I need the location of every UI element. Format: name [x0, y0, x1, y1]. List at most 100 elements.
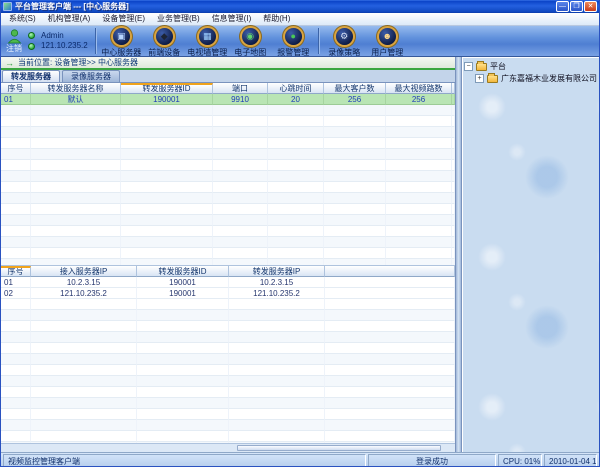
status-leds [28, 30, 35, 52]
status-cpu: CPU: 01% [498, 454, 542, 467]
table-cell: 10.2.3.15 [31, 277, 137, 288]
empty-row [1, 226, 455, 237]
empty-row [1, 398, 455, 409]
window-title: 平台管理客户端 --- [中心服务器] [15, 1, 555, 12]
empty-row [1, 182, 455, 193]
folder-icon [487, 75, 498, 83]
column-header[interactable]: 转发服务器IP [229, 266, 325, 277]
前端设备-button[interactable]: ◆前端设备 [143, 26, 186, 58]
table-cell: 20 [268, 94, 324, 105]
mapping-row[interactable]: 0110.2.3.1519000110.2.3.15 [1, 277, 455, 288]
restore-button[interactable]: ❐ [570, 1, 583, 12]
column-header[interactable]: 转发服务器ID [137, 266, 229, 277]
menu-item[interactable]: 信息管理(I) [206, 13, 258, 25]
column-header[interactable]: 端口 [213, 83, 268, 94]
empty-row [1, 387, 455, 398]
menu-item[interactable]: 机构管理(A) [42, 13, 97, 25]
empty-row [1, 248, 455, 259]
status-datetime: 2010-01-04 17:25:00 [544, 454, 597, 467]
user-info: Admin 121.10.235.2 [41, 31, 88, 51]
breadcrumb-arrow-icon: → [5, 58, 14, 68]
tab-转发服务器[interactable]: 转发服务器 [2, 70, 60, 82]
empty-row [1, 171, 455, 182]
menu-item[interactable]: 设备管理(E) [96, 13, 151, 25]
tree-node-company[interactable]: + 广东嘉福木业发展有限公司 [475, 72, 597, 84]
empty-row [1, 343, 455, 354]
empty-row [1, 299, 455, 310]
empty-row [1, 321, 455, 332]
toolbar-buttons: ▣中心服务器◆前端设备▦电视墙管理◉电子地图●报警管理⚙录像策略☻用户管理 [100, 26, 409, 56]
tree-node-label: 平台 [490, 61, 506, 72]
menu-item[interactable]: 业务管理(B) [151, 13, 206, 25]
table-cell: 190001 [121, 94, 213, 105]
menu-item[interactable]: 系统(S) [3, 13, 42, 25]
status-app-name: 视频监控管理客户端 [3, 454, 366, 467]
中心服务器-button[interactable]: ▣中心服务器 [100, 26, 143, 58]
table-cell: 默认 [31, 94, 121, 105]
record-policy-icon: ⚙ [336, 28, 353, 45]
led-green-icon [28, 43, 35, 50]
报警管理-button[interactable]: ●报警管理 [272, 26, 315, 58]
empty-row [1, 215, 455, 226]
forward-server-row[interactable]: 01默认190001991020256256 [1, 94, 455, 105]
empty-row [1, 204, 455, 215]
empty-row [1, 149, 455, 160]
empty-row [1, 431, 455, 442]
empty-row [1, 354, 455, 365]
empty-row [1, 127, 455, 138]
empty-row [1, 237, 455, 248]
table-cell: 9910 [213, 94, 268, 105]
toolbar: 注销 Admin 121.10.235.2 ▣中心服务器◆前端设备▦电视墙管理◉… [1, 26, 599, 57]
column-header[interactable]: 转发服务器ID [121, 83, 213, 94]
column-header[interactable]: 心跳时间 [268, 83, 324, 94]
alarm-icon: ● [285, 28, 302, 45]
mapping-row[interactable]: 02121.10.235.2190001121.10.235.2 [1, 288, 455, 299]
table-cell: 01 [1, 277, 31, 288]
username: Admin [41, 31, 88, 41]
column-header[interactable]: 序号 [1, 83, 31, 94]
用户管理-button[interactable]: ☻用户管理 [366, 26, 409, 58]
column-header[interactable]: 接入服务器IP [31, 266, 137, 277]
menu-item[interactable]: 帮助(H) [257, 13, 296, 25]
table-cell: 121.10.235.2 [31, 288, 137, 299]
empty-row [1, 193, 455, 204]
table-cell: 190001 [137, 277, 229, 288]
电视墙管理-button[interactable]: ▦电视墙管理 [186, 26, 229, 58]
mapping-header-row: 序号接入服务器IP转发服务器ID转发服务器IP [1, 266, 455, 277]
table-cell: 256 [324, 94, 386, 105]
table-cell: 256 [386, 94, 452, 105]
organization-tree: − 平台 + 广东嘉福木业发展有限公司 [462, 57, 599, 87]
expander-expand-icon[interactable]: + [475, 74, 484, 83]
content-area: → 当前位置: 设备管理>> 中心服务器 转发服务器录像服务器 序号转发服务器名… [1, 57, 599, 452]
forward-server-table: 序号转发服务器名称转发服务器ID端口心跳时间最大客户数最大视频路数01默认190… [1, 83, 455, 265]
title-bar: 平台管理客户端 --- [中心服务器] — ❐ ✕ [1, 0, 599, 13]
tree-node-platform[interactable]: − 平台 [464, 60, 597, 72]
center-server-icon: ▣ [113, 28, 130, 45]
minimize-button[interactable]: — [556, 1, 569, 12]
column-header[interactable]: 转发服务器名称 [31, 83, 121, 94]
empty-row [1, 365, 455, 376]
scrollbar-thumb[interactable] [237, 445, 440, 451]
column-header[interactable]: 最大视频路数 [386, 83, 452, 94]
电子地图-button[interactable]: ◉电子地图 [229, 26, 272, 58]
logout-button[interactable]: 注销 [6, 29, 22, 54]
expander-collapse-icon[interactable]: − [464, 62, 473, 71]
app-icon [3, 2, 12, 11]
tab-录像服务器[interactable]: 录像服务器 [62, 70, 120, 82]
horizontal-scrollbar[interactable] [1, 443, 455, 452]
login-ip: 121.10.235.2 [41, 41, 88, 51]
empty-row [1, 160, 455, 171]
close-button[interactable]: ✕ [584, 1, 597, 12]
column-header[interactable]: 序号 [1, 266, 31, 277]
toolbar-separator [318, 28, 320, 54]
menu-bar: 系统(S)机构管理(A)设备管理(E)业务管理(B)信息管理(I)帮助(H) [1, 13, 599, 26]
status-bar: 视频监控管理客户端 登录成功 CPU: 01% 2010-01-04 17:25… [1, 452, 599, 467]
forward-server-header-row: 序号转发服务器名称转发服务器ID端口心跳时间最大客户数最大视频路数 [1, 83, 455, 94]
录像策略-button[interactable]: ⚙录像策略 [323, 26, 366, 58]
column-header[interactable]: 最大客户数 [324, 83, 386, 94]
table-cell: 10.2.3.15 [229, 277, 325, 288]
tv-wall-icon: ▦ [199, 28, 216, 45]
main-panel: → 当前位置: 设备管理>> 中心服务器 转发服务器录像服务器 序号转发服务器名… [1, 57, 455, 452]
table-cell: 01 [1, 94, 31, 105]
table-cell: 02 [1, 288, 31, 299]
